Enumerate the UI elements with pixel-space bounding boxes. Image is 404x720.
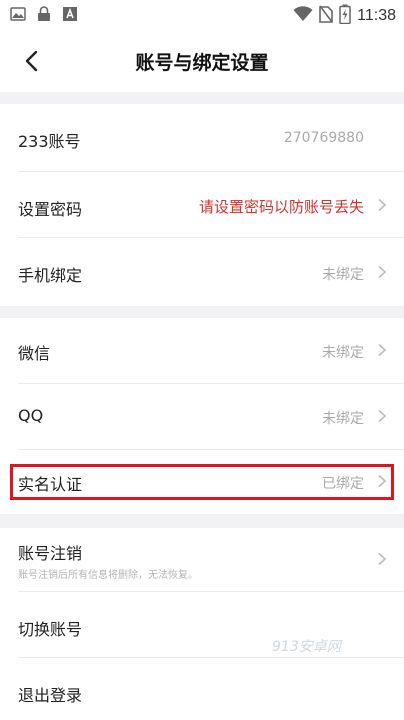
gallery-icon bbox=[10, 6, 26, 22]
no-sim-icon bbox=[319, 5, 333, 27]
chevron-right-icon bbox=[378, 198, 387, 212]
row-label: 账号注销 bbox=[18, 544, 83, 563]
section-gap bbox=[0, 92, 404, 104]
row-switch-account[interactable]: 切换账号 bbox=[0, 592, 404, 658]
row-label: 233账号 bbox=[18, 132, 81, 151]
row-qq[interactable]: QQ 未绑定 bbox=[0, 384, 404, 450]
row-label: QQ bbox=[18, 406, 44, 425]
row-wechat[interactable]: 微信 未绑定 bbox=[0, 318, 404, 384]
password-warning: 请设置密码以防账号丢失 bbox=[198, 198, 364, 216]
row-label: 退出登录 bbox=[18, 686, 83, 705]
lock-icon bbox=[36, 6, 52, 22]
row-subtitle: 账号注销后所有信息将删除，无法恢复。 bbox=[18, 570, 198, 581]
row-value: 未绑定 bbox=[322, 267, 364, 283]
row-label: 手机绑定 bbox=[18, 266, 83, 285]
status-bar: 11:38 bbox=[0, 0, 404, 32]
status-left-icons bbox=[10, 6, 78, 22]
row-account-cancellation[interactable]: 账号注销 账号注销后所有信息将删除，无法恢复。 bbox=[0, 528, 404, 592]
wifi-icon bbox=[293, 6, 313, 26]
status-right-icons: 11:38 bbox=[293, 4, 396, 28]
row-233-account: 233账号 270769880 bbox=[0, 104, 404, 172]
row-label: 微信 bbox=[18, 344, 51, 363]
page-title: 账号与绑定设置 bbox=[135, 52, 269, 74]
chevron-right-icon bbox=[378, 265, 387, 279]
chevron-right-icon bbox=[378, 343, 387, 357]
chevron-right-icon bbox=[378, 409, 387, 423]
account-number: 270769880 bbox=[283, 130, 364, 146]
row-value: 未绑定 bbox=[322, 411, 364, 427]
row-label: 切换账号 bbox=[18, 620, 83, 639]
highlight-box bbox=[10, 464, 394, 500]
row-label: 设置密码 bbox=[18, 200, 83, 219]
section-gap bbox=[0, 514, 404, 528]
chevron-right-icon bbox=[378, 552, 387, 566]
watermark: 913安卓网 bbox=[272, 639, 341, 655]
row-set-password[interactable]: 设置密码 请设置密码以防账号丢失 bbox=[0, 172, 404, 238]
section-gap bbox=[0, 306, 404, 318]
header: 账号与绑定设置 bbox=[0, 32, 404, 92]
status-time: 11:38 bbox=[357, 7, 396, 24]
row-logout[interactable]: 退出登录 bbox=[0, 658, 404, 720]
row-value: 未绑定 bbox=[322, 345, 364, 361]
row-phone-binding[interactable]: 手机绑定 未绑定 bbox=[0, 238, 404, 306]
font-icon bbox=[62, 6, 78, 22]
battery-charging-icon bbox=[339, 4, 351, 28]
